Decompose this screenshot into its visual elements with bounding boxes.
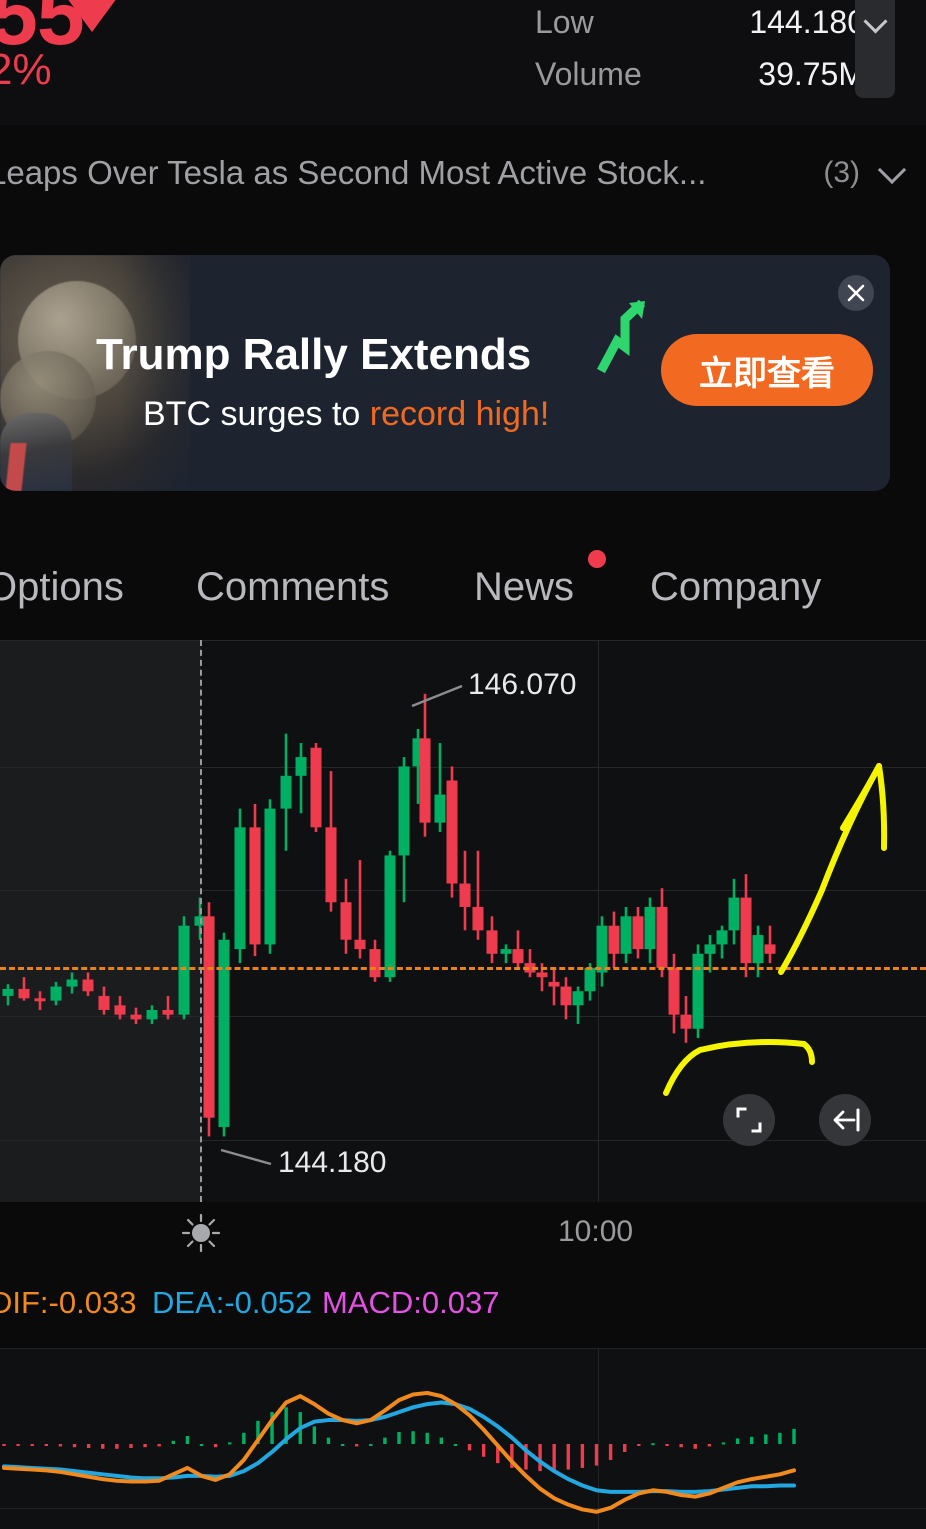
promo-subtitle-plain: BTC surges to xyxy=(143,395,370,433)
tab-label: News xyxy=(474,565,575,609)
quote-header: 55 2% Low 144.180 Volume 39.75M xyxy=(0,0,926,125)
chevron-down-icon[interactable] xyxy=(880,160,906,186)
quote-stat-row: Low 144.180 xyxy=(535,4,865,56)
stat-value-low: 144.180 xyxy=(749,4,865,40)
person-image xyxy=(0,413,72,491)
promo-subtitle: BTC surges to record high! xyxy=(143,395,549,434)
fullscreen-button[interactable] xyxy=(723,1094,775,1146)
news-headline[interactable]: Leaps Over Tesla as Second Most Active S… xyxy=(0,154,706,192)
news-badge-dot xyxy=(588,550,606,568)
tab-company[interactable]: Company xyxy=(650,545,821,630)
stat-label-low: Low xyxy=(535,4,594,40)
tab-label: Company xyxy=(650,565,822,609)
quote-stats: Low 144.180 Volume 39.75M xyxy=(535,4,865,108)
candlestick-series xyxy=(2,693,776,1137)
promo-title: Trump Rally Extends xyxy=(96,330,532,379)
macd-chart[interactable] xyxy=(0,1348,926,1529)
close-icon[interactable] xyxy=(838,275,874,311)
axis-tick-label: 10:00 xyxy=(558,1215,634,1248)
tab-comments[interactable]: Comments xyxy=(196,545,389,630)
quote-stat-row: Volume 39.75M xyxy=(535,56,865,108)
high-price-label: 146.070 xyxy=(468,668,577,701)
price-chart[interactable]: 146.070 144.180 xyxy=(0,640,926,1202)
tab-options[interactable]: Options xyxy=(0,545,124,630)
macd-macd-value: MACD:0.037 xyxy=(322,1285,500,1320)
promo-banner[interactable]: Trump Rally Extends BTC surges to record… xyxy=(0,255,890,491)
macd-dea-value: DEA:-0.052 xyxy=(152,1285,313,1320)
macd-dif-value: DIF:-0.033 xyxy=(0,1285,137,1320)
tab-news[interactable]: News xyxy=(474,545,574,630)
tab-label: Options xyxy=(0,565,124,609)
sun-market-open-icon xyxy=(181,1213,221,1253)
triangle-down-icon xyxy=(64,0,120,32)
cost-line xyxy=(0,967,926,970)
fullscreen-icon xyxy=(736,1107,762,1133)
change-percent: 2% xyxy=(0,45,52,94)
macd-series xyxy=(2,1390,796,1514)
stat-label-volume: Volume xyxy=(535,56,642,92)
promo-cta-button[interactable]: 立即查看 xyxy=(661,334,873,406)
chevron-down-icon xyxy=(865,12,885,32)
trend-up-arrow-icon xyxy=(595,297,655,382)
arrow-left-to-line-icon xyxy=(833,1108,860,1132)
promo-subtitle-highlight: record high! xyxy=(369,395,550,433)
tab-label: Comments xyxy=(196,565,390,609)
section-tabs: Options Comments News Company xyxy=(0,545,926,630)
time-axis: 10:00 xyxy=(0,1202,926,1264)
news-ticker[interactable]: Leaps Over Tesla as Second Most Active S… xyxy=(0,130,926,215)
expand-quote-button[interactable] xyxy=(855,0,895,98)
macd-legend: DIF:-0.033 DEA:-0.052 MACD:0.037 xyxy=(0,1285,926,1331)
market-open-divider xyxy=(200,640,202,1202)
stat-value-volume: 39.75M xyxy=(758,56,865,92)
news-count: (3) xyxy=(823,155,860,189)
low-price-label: 144.180 xyxy=(278,1146,387,1179)
jump-to-latest-button[interactable] xyxy=(819,1094,871,1146)
